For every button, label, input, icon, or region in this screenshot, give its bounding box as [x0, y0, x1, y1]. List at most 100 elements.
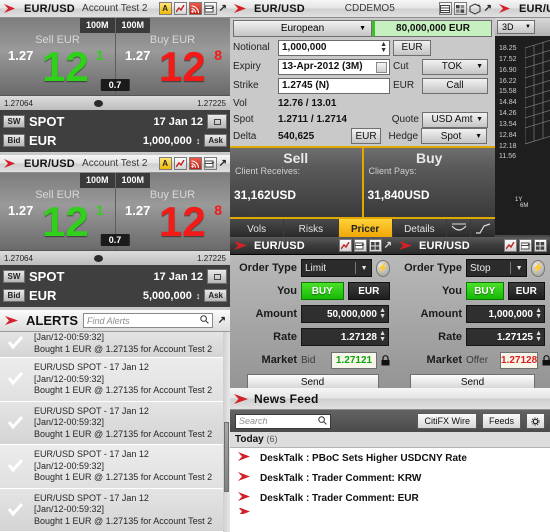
- list-item[interactable]: EUR/USD SPOT - 17 Jan 12 [Jan/12-00:59:3…: [0, 488, 230, 532]
- add-grid-icon[interactable]: +: [353, 239, 367, 252]
- amount-stepper-order-2[interactable]: ▲ ▼: [535, 307, 542, 320]
- buy-side-1[interactable]: Buy EUR 1.27 12 8: [115, 18, 230, 95]
- strike-input[interactable]: 1.2745 (N): [278, 77, 390, 94]
- expand-icon[interactable]: ↗: [219, 158, 227, 169]
- chart-icon[interactable]: [173, 2, 187, 15]
- amount-input-2[interactable]: 5,000,000: [143, 290, 192, 302]
- buy-toggle-2[interactable]: BUY: [466, 282, 504, 300]
- list-item[interactable]: DeskTalk : Trader Comment: EUR: [230, 488, 550, 508]
- feeds-button[interactable]: Feeds: [481, 413, 521, 429]
- list-item[interactable]: [Jan/12-00:59:32] Bought 1 EUR @ 1.27135…: [0, 332, 230, 358]
- chart-icon[interactable]: [173, 157, 187, 170]
- cube-icon[interactable]: +: [469, 2, 482, 15]
- buy-toggle-1[interactable]: BUY: [301, 282, 344, 300]
- buy-side-2[interactable]: Buy EUR 1.27 12 8: [115, 173, 230, 250]
- alert-a-icon[interactable]: A: [158, 2, 172, 15]
- amount-stepper-1[interactable]: ↕: [196, 136, 201, 146]
- tab-pricer[interactable]: Pricer: [338, 219, 393, 237]
- expand-icon[interactable]: ↗: [219, 3, 227, 14]
- swap-button-2[interactable]: SW: [3, 270, 25, 283]
- view-mode-select[interactable]: 3D ▼: [497, 20, 535, 34]
- scrollbar-thumb[interactable]: [224, 422, 229, 492]
- grid-icon[interactable]: [438, 2, 452, 15]
- list-item[interactable]: EUR/USD SPOT - 17 Jan 12 [Jan/12-00:59:3…: [0, 445, 230, 489]
- rss-icon[interactable]: [188, 157, 202, 170]
- lock-icon-1[interactable]: [381, 354, 390, 366]
- amount-input-1[interactable]: 1,000,000: [143, 135, 192, 147]
- calendar-icon[interactable]: [376, 61, 387, 73]
- lightning-icon-1[interactable]: ⚡: [375, 259, 390, 277]
- expiry-input[interactable]: 13-Apr-2012 (3M): [278, 58, 390, 75]
- expand-icon[interactable]: ↗: [484, 3, 492, 14]
- amount-input-order-1[interactable]: 50,000,000 ▲ ▼: [301, 305, 389, 323]
- value-date-2[interactable]: 17 Jan 12: [153, 271, 203, 283]
- expand-icon[interactable]: ↗: [384, 240, 392, 251]
- order-type-select-2[interactable]: Stop ▼: [466, 259, 527, 277]
- lightning-icon-2[interactable]: ⚡: [530, 259, 545, 277]
- gear-icon[interactable]: [526, 413, 545, 429]
- alerts-scrollbar[interactable]: [223, 332, 230, 532]
- citifx-wire-button[interactable]: CitiFX Wire: [417, 413, 477, 429]
- news-search-input[interactable]: Search: [235, 413, 331, 429]
- news-feed-list[interactable]: Today (6) DeskTalk : PBoC Sets Higher US…: [230, 432, 550, 532]
- rss-icon[interactable]: [188, 2, 202, 15]
- amount-stepper-order-1[interactable]: ▲ ▼: [379, 307, 386, 320]
- currency-toggle-2[interactable]: EUR: [507, 282, 545, 300]
- list-item[interactable]: EUR/USD SPOT - 17 Jan 12 [Jan/12-00:59:3…: [0, 401, 230, 446]
- cut-select[interactable]: TOK ▼: [422, 58, 488, 75]
- tab-details[interactable]: Details: [392, 219, 447, 237]
- call-put-button[interactable]: Call: [422, 77, 488, 94]
- notional-currency-button[interactable]: EUR: [393, 39, 431, 56]
- add-grid-icon[interactable]: +: [203, 157, 217, 170]
- sell-side-2[interactable]: Sell EUR 1.27 12 1: [0, 173, 115, 250]
- pricer-buy-side[interactable]: Buy Client Pays: 31,840USD: [363, 148, 495, 217]
- hedge-select[interactable]: Spot ▼: [421, 128, 487, 144]
- list-item[interactable]: [230, 508, 550, 514]
- send-button-2[interactable]: Send: [410, 374, 535, 388]
- notional-stepper[interactable]: ▲ ▼: [380, 41, 387, 54]
- list-item[interactable]: DeskTalk : Trader Comment: KRW: [230, 468, 550, 488]
- alerts-search-input[interactable]: Find Alerts: [83, 313, 213, 328]
- rate-input-1[interactable]: 1.27128 ▲ ▼: [301, 328, 389, 346]
- tab-risks[interactable]: Risks: [284, 219, 339, 237]
- notional-input[interactable]: 1,000,000 ▲ ▼: [278, 39, 390, 56]
- calendar-icon-1[interactable]: [207, 114, 227, 129]
- alerts-list[interactable]: [Jan/12-00:59:32] Bought 1 EUR @ 1.27135…: [0, 332, 230, 532]
- currency-toggle-1[interactable]: EUR: [347, 282, 390, 300]
- chart-icon[interactable]: [504, 239, 517, 252]
- delta-currency-button[interactable]: EUR: [351, 128, 381, 144]
- list-item[interactable]: EUR/USD SPOT - 17 Jan 12 [Jan/12-00:59:3…: [0, 358, 230, 402]
- rate-input-2[interactable]: 1.27125 ▲ ▼: [466, 328, 545, 346]
- ask-button-1[interactable]: Ask: [204, 134, 227, 147]
- send-button-1[interactable]: Send: [246, 374, 379, 388]
- chart-icon[interactable]: [338, 239, 352, 252]
- swap-button-1[interactable]: SW: [3, 115, 25, 128]
- pricer-sell-side[interactable]: Sell Client Receives: 31,162USD: [230, 148, 364, 217]
- bid-button-2[interactable]: Bid: [3, 289, 25, 302]
- value-date-1[interactable]: 17 Jan 12: [153, 116, 203, 128]
- bid-button-1[interactable]: Bid: [3, 134, 25, 147]
- blocks-icon[interactable]: [453, 2, 467, 15]
- list-item[interactable]: DeskTalk : PBoC Sets Higher USDCNY Rate: [230, 448, 550, 468]
- ask-button-2[interactable]: Ask: [204, 289, 227, 302]
- amount-input-order-2[interactable]: 1,000,000 ▲ ▼: [466, 305, 545, 323]
- add-grid-icon[interactable]: +: [203, 2, 217, 15]
- quote-select[interactable]: USD Amt ▼: [422, 111, 488, 128]
- blocks-icon[interactable]: [368, 239, 382, 252]
- smile-chart-icon[interactable]: [447, 219, 471, 237]
- view-mode-value: 3D: [502, 22, 514, 32]
- lock-icon-2[interactable]: [542, 354, 550, 366]
- alert-a-icon[interactable]: A: [158, 157, 172, 170]
- amount-stepper-2[interactable]: ↕: [196, 291, 201, 301]
- order-type-select-1[interactable]: Limit ▼: [301, 259, 372, 277]
- add-grid-icon[interactable]: +: [519, 239, 532, 252]
- rate-stepper-2[interactable]: ▲ ▼: [535, 330, 542, 343]
- option-style-select[interactable]: European ▼: [233, 20, 372, 37]
- blocks-icon[interactable]: [534, 239, 547, 252]
- sell-side-1[interactable]: Sell EUR 1.27 12 1: [0, 18, 115, 95]
- calendar-icon-2[interactable]: [207, 269, 227, 284]
- line-chart-icon[interactable]: [471, 219, 495, 237]
- rate-stepper-1[interactable]: ▲ ▼: [379, 330, 386, 343]
- tab-vols[interactable]: Vols: [230, 219, 285, 237]
- expand-icon[interactable]: ↗: [218, 315, 226, 326]
